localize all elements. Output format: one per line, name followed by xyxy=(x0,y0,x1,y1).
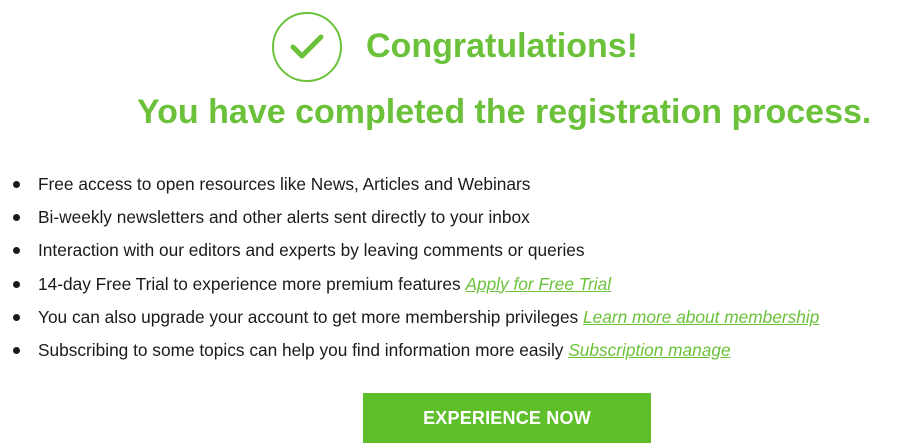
bullet-icon xyxy=(13,346,20,354)
benefit-text: 14-day Free Trial to experience more pre… xyxy=(38,273,461,294)
membership-info-link[interactable]: Learn more about membership xyxy=(583,307,819,327)
benefit-text: You can also upgrade your account to get… xyxy=(38,306,579,327)
list-item: 14-day Free Trial to experience more pre… xyxy=(0,268,819,301)
bullet-icon xyxy=(13,247,20,255)
list-item: Subscribing to some topics can help you … xyxy=(0,334,819,367)
benefit-text: Interaction with our editors and experts… xyxy=(38,240,585,261)
list-item: Interaction with our editors and experts… xyxy=(0,234,819,267)
bullet-icon xyxy=(13,280,20,288)
experience-now-button[interactable]: EXPERIENCE NOW xyxy=(363,393,651,443)
bullet-icon xyxy=(13,313,20,321)
apply-free-trial-link[interactable]: Apply for Free Trial xyxy=(465,274,611,294)
list-item: You can also upgrade your account to get… xyxy=(0,301,819,334)
benefit-text: Free access to open resources like News,… xyxy=(38,174,531,194)
subscription-manage-link[interactable]: Subscription manage xyxy=(568,340,730,360)
bullet-icon xyxy=(13,214,20,222)
page-title: Congratulations! xyxy=(366,27,638,65)
bullet-icon xyxy=(13,181,20,188)
benefits-list: Free access to open resources like News,… xyxy=(0,168,819,367)
registration-success-page: Congratulations! You have completed the … xyxy=(0,0,906,445)
list-item: Free access to open resources like News,… xyxy=(0,168,819,201)
page-subtitle: You have completed the registration proc… xyxy=(137,93,872,131)
check-circle-icon xyxy=(272,12,342,82)
benefit-text: Subscribing to some topics can help you … xyxy=(38,339,564,360)
benefit-text: Bi-weekly newsletters and other alerts s… xyxy=(38,207,530,228)
list-item: Bi-weekly newsletters and other alerts s… xyxy=(0,201,819,234)
